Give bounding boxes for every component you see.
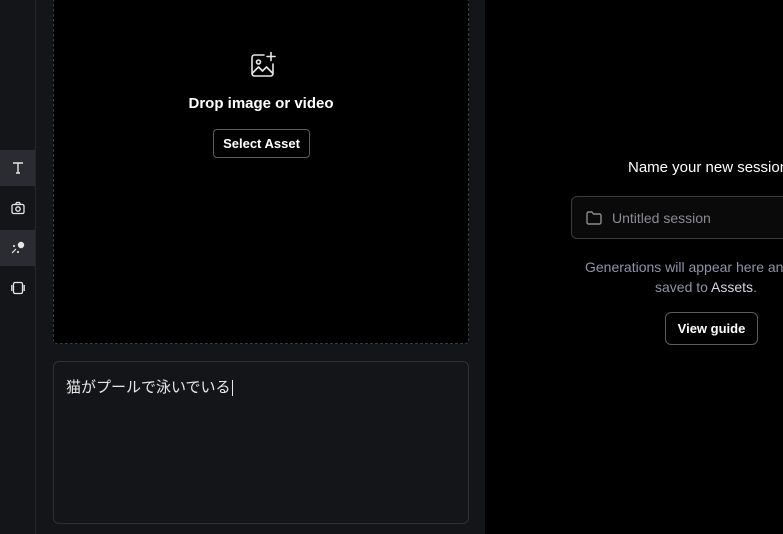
rail-item-layers[interactable] [0,270,35,306]
rail-item-camera[interactable] [0,190,35,226]
note-line-1: Generations will appear here and be [585,259,783,275]
text-icon [12,162,23,174]
generations-note: Generations will appear here and be save… [585,257,783,297]
prompt-value: 猫がプールで泳いでいる [66,379,233,397]
session-title: Name your new session [628,159,783,176]
folder-icon [586,211,602,225]
camera-icon [10,201,25,215]
select-asset-button[interactable]: Select Asset [213,129,310,158]
app-root: Drop image or video Select Asset 猫がプールで泳… [0,0,783,534]
layers-icon [10,281,25,295]
image-add-icon [251,51,276,77]
motion-brush-icon [11,241,24,254]
session-panel: Name your new session Untitled session G… [485,0,783,534]
rail-item-text[interactable] [0,150,35,186]
dropzone-title: Drop image or video [188,95,334,112]
assets-link[interactable]: Assets [711,279,753,295]
session-placeholder: Untitled session [612,210,711,226]
note-line-2: saved to Assets. [655,279,757,295]
text-caret [231,380,233,397]
tool-rail [0,0,36,534]
input-panel: Drop image or video Select Asset 猫がプールで泳… [36,0,485,534]
prompt-textarea[interactable]: 猫がプールで泳いでいる [53,361,469,524]
session-name-input[interactable]: Untitled session [571,196,783,239]
rail-item-motion-brush[interactable] [0,230,35,266]
view-guide-button[interactable]: View guide [665,312,758,345]
media-dropzone[interactable]: Drop image or video Select Asset [53,0,469,344]
